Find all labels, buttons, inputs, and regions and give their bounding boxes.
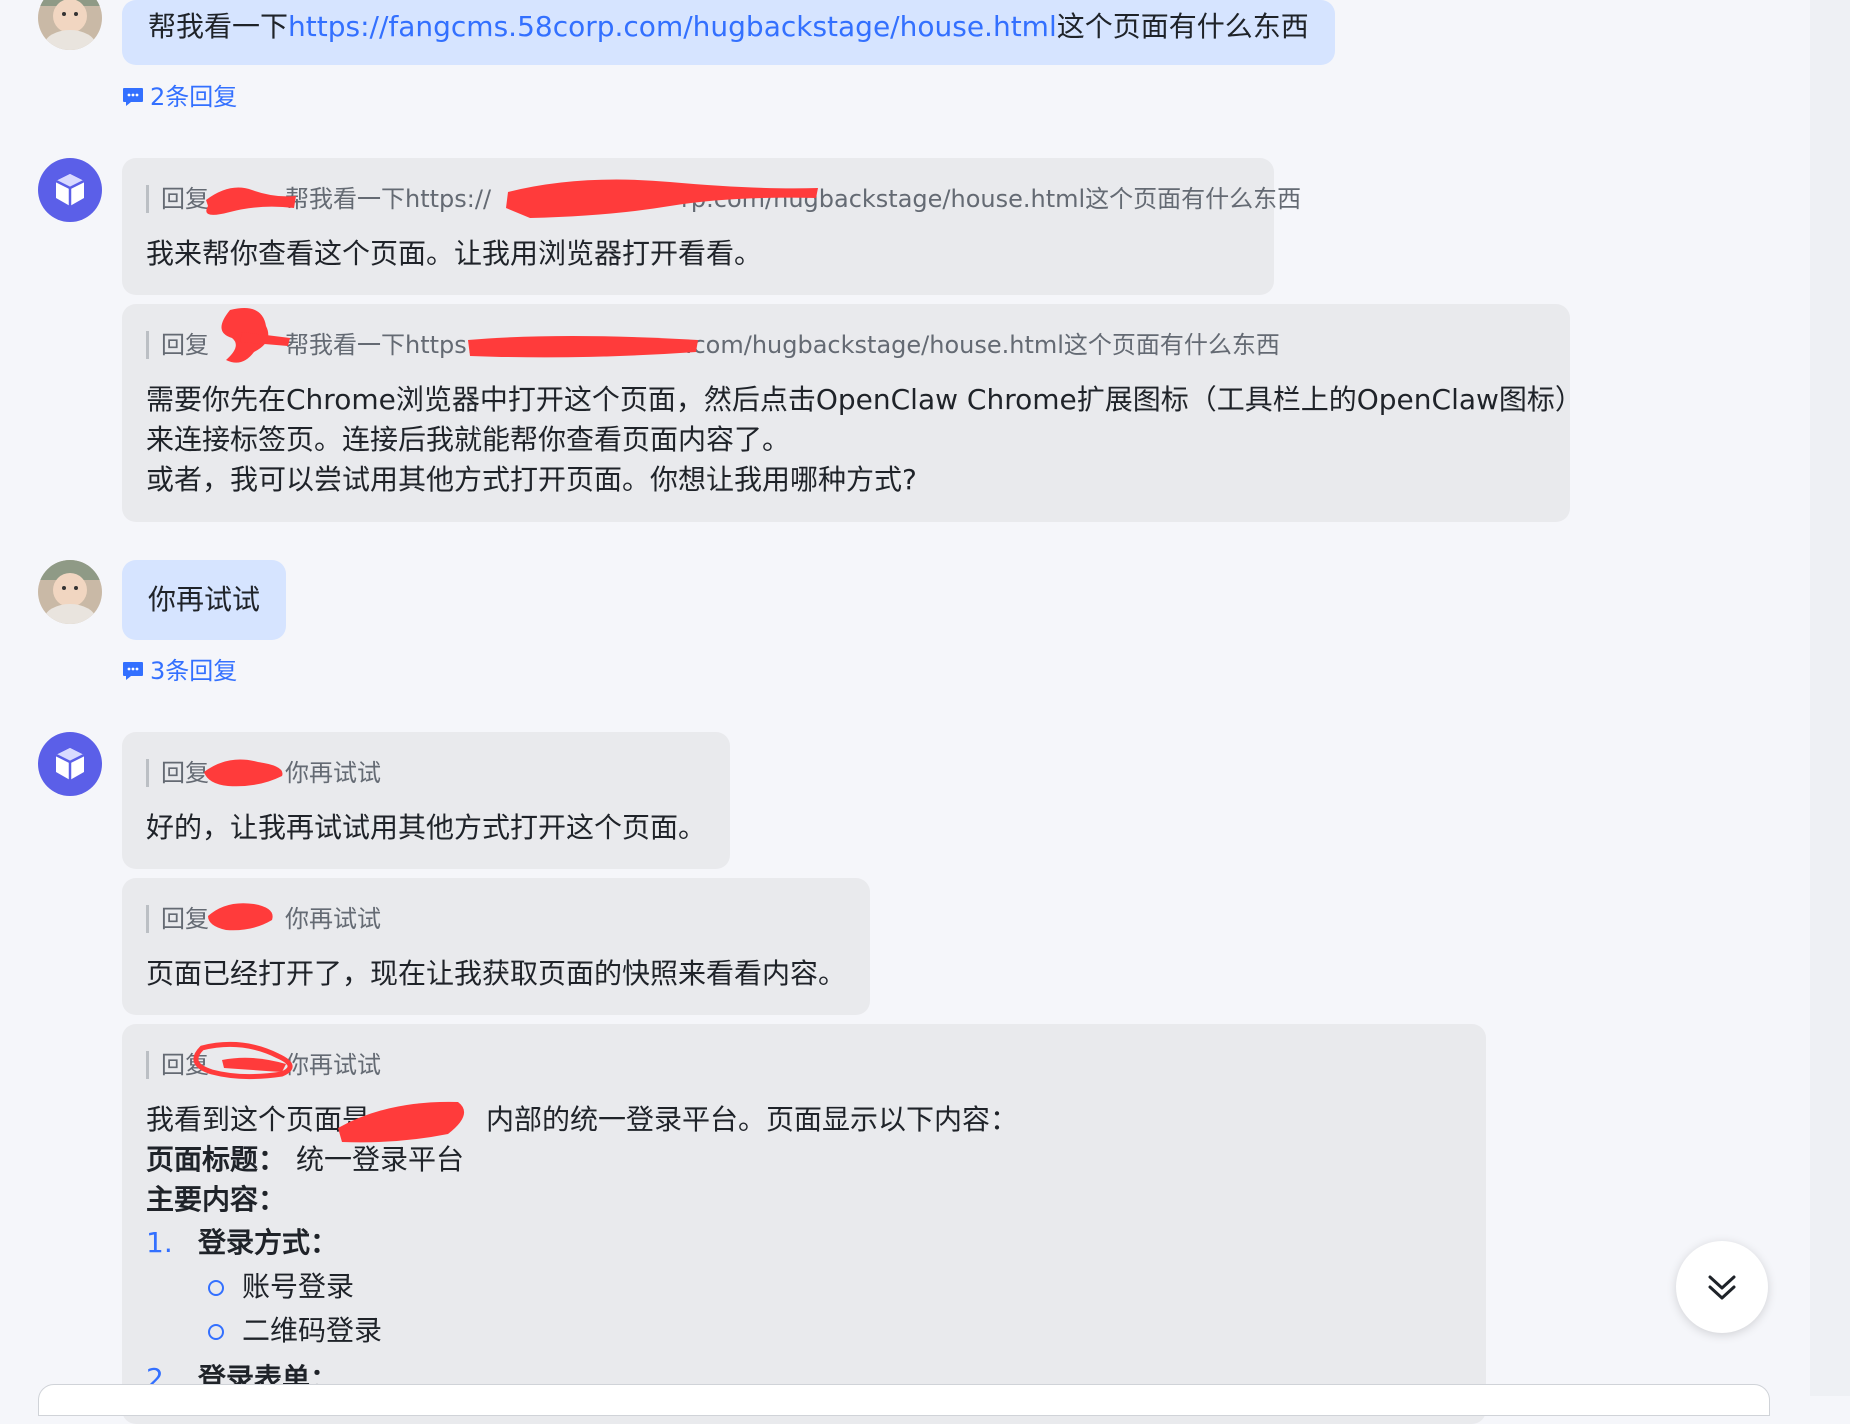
bot-message-bubble: 回复 帮我看一下https://rp.com/hugbackstage/house… <box>122 158 1301 295</box>
scroll-to-bottom-button[interactable] <box>1676 1241 1768 1333</box>
redaction-mark <box>221 308 290 363</box>
replies-count: 3条回复 <box>150 657 238 685</box>
main-content-label: 主要内容： <box>146 1183 287 1216</box>
bot-message-text: 来连接标签页。连接后我就能帮你查看页面内容了。 <box>146 423 791 456</box>
redaction-mark <box>208 903 273 931</box>
cube-icon <box>55 174 85 206</box>
cube-icon <box>55 748 85 780</box>
thread-replies-link[interactable]: 2条回复 <box>122 77 237 112</box>
double-chevron-down-icon <box>1708 1275 1736 1300</box>
user-message-bubble: 帮我看一下https://fangcms.58corp.com/hugbacks… <box>122 0 1335 65</box>
bot-message-text: 或者，我可以尝试用其他方式打开页面。你想让我用哪种方式? <box>146 463 917 496</box>
message-text: 帮我看一下 <box>148 10 289 43</box>
message-link[interactable]: https://fangcms.58corp.com/hugbackstage/… <box>288 10 1057 43</box>
user-message-bubble: 你再试试 <box>122 560 287 640</box>
redaction-mark <box>506 179 818 218</box>
bot-message-text: 需要你先在Chrome浏览器中打开这个页面，然后点击OpenClaw Chrom… <box>146 383 1583 416</box>
message-text: 你再试试 <box>148 583 261 616</box>
comment-icon <box>122 659 144 680</box>
user-avatar[interactable] <box>38 560 102 624</box>
list-subitem: 账号登录 <box>208 1267 354 1307</box>
bot-message-text: 我看到这个页面是 内部的统一登录平台。页面显示以下内容： <box>146 1103 1019 1136</box>
bot-message-bubble: 回复 你再试试 我看到这个页面是 内部的统一登录平台。页面显示以下内容： 页面标题：… <box>122 1024 1486 1424</box>
bot-message-text: 我来帮你查看这个页面。让我用浏览器打开看看。 <box>146 237 763 270</box>
thread-replies-link[interactable]: 3条回复 <box>122 651 237 686</box>
replies-count: 2条回复 <box>150 83 238 111</box>
message-text: 这个页面有什么东西 <box>1056 10 1309 43</box>
list-subitem: 二维码登录 <box>208 1311 382 1351</box>
bot-message-bubble: 回复 你再试试 页面已经打开了，现在让我获取页面的快照来看看内容。 <box>122 878 870 1015</box>
message-composer[interactable] <box>38 1384 1770 1416</box>
redaction-mark <box>193 1041 293 1080</box>
bot-message-text: 好的，让我再试试用其他方式打开这个页面。 <box>146 811 707 844</box>
bot-avatar[interactable] <box>38 732 102 796</box>
list-item: 1. 登录方式： <box>146 1226 339 1259</box>
page-title-line: 页面标题： 统一登录平台 <box>146 1143 465 1176</box>
bot-avatar[interactable] <box>38 158 102 222</box>
bot-message-bubble: 回复 你再试试 好的，让我再试试用其他方式打开这个页面。 <box>122 732 730 869</box>
user-avatar[interactable] <box>38 0 102 50</box>
comment-icon <box>122 85 144 106</box>
redaction-mark <box>206 187 296 215</box>
redaction-mark <box>468 336 698 358</box>
bot-message-text: 页面已经打开了，现在让我获取页面的快照来看看内容。 <box>146 957 847 990</box>
reply-quote: 回复 帮我看一下https: .com/hugbackstage/house.htm… <box>146 331 1280 359</box>
scrollbar-track[interactable] <box>1810 0 1850 1396</box>
redaction-mark <box>204 759 283 787</box>
bot-message-bubble: 回复 帮我看一下https: .com/hugbackstage/house.htm… <box>122 304 1583 522</box>
